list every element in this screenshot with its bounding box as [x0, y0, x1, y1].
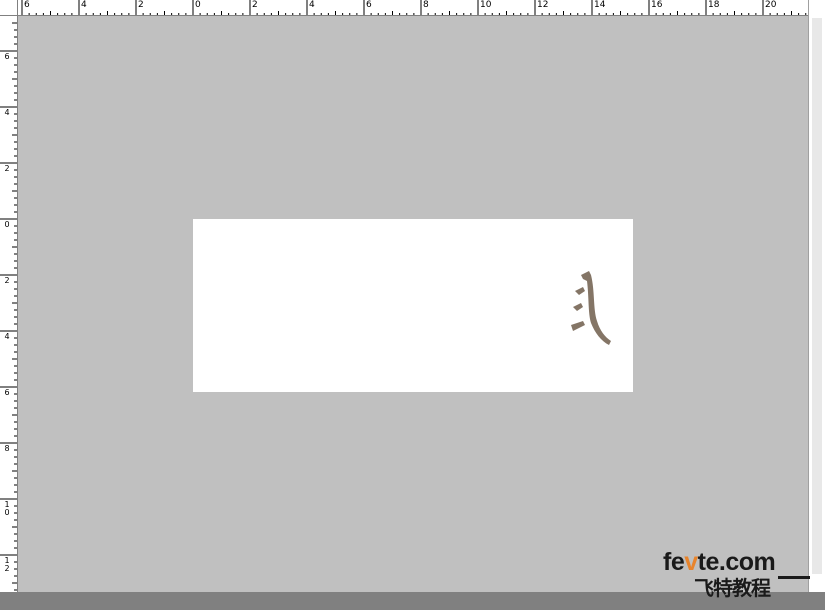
ruler-label: 20 [765, 0, 777, 10]
ruler-label: 14 [594, 0, 606, 10]
scrollbar-track[interactable] [812, 18, 822, 574]
ruler-label: 6 [4, 388, 10, 397]
horizontal-ruler-ticks [21, 0, 807, 15]
ruler-label: 2 [252, 0, 258, 10]
vertical-scrollbar[interactable] [808, 0, 825, 592]
ruler-label: 4 [81, 0, 87, 10]
ruler-label: 16 [651, 0, 663, 10]
ruler-label: 4 [4, 108, 10, 117]
horizontal-ruler[interactable]: 6 4 2 0 2 4 6 8 10 12 14 16 18 20 [0, 0, 808, 16]
ruler-label: 0 [4, 220, 10, 229]
ruler-label: 18 [708, 0, 720, 10]
ruler-label: 2 [4, 276, 10, 285]
ruler-label: 6 [24, 0, 30, 10]
document-canvas[interactable] [193, 219, 633, 392]
ruler-label: 2 [138, 0, 144, 10]
ruler-label: 6 [366, 0, 372, 10]
ruler-label: 12 [537, 0, 549, 10]
ruler-label: 12 [4, 556, 10, 573]
ruler-label: 8 [423, 0, 429, 10]
mongolian-glyph-shape [571, 271, 611, 345]
ruler-label: 10 [4, 500, 10, 517]
ruler-origin-corner[interactable] [0, 0, 18, 16]
ruler-label: 10 [480, 0, 492, 10]
vertical-ruler[interactable]: 6 4 2 0 2 4 6 8 10 12 [0, 16, 18, 592]
watermark-subtitle: 飞特教程 [694, 576, 771, 600]
canvas-workspace[interactable] [18, 16, 808, 592]
ruler-label: 4 [4, 332, 10, 341]
ruler-label: 6 [4, 52, 10, 61]
ruler-label: 8 [4, 444, 10, 453]
ruler-label: 2 [4, 164, 10, 173]
ruler-label: 0 [195, 0, 201, 10]
watermark-underline [778, 576, 810, 579]
ruler-label: 4 [309, 0, 315, 10]
watermark-logo: fevte.com 飞特教程 [660, 548, 810, 600]
app-window: 6 4 2 0 2 4 6 8 10 12 14 16 18 20 6 4 2 0 2 4 6 8 10 12 fevte.… [0, 0, 825, 610]
